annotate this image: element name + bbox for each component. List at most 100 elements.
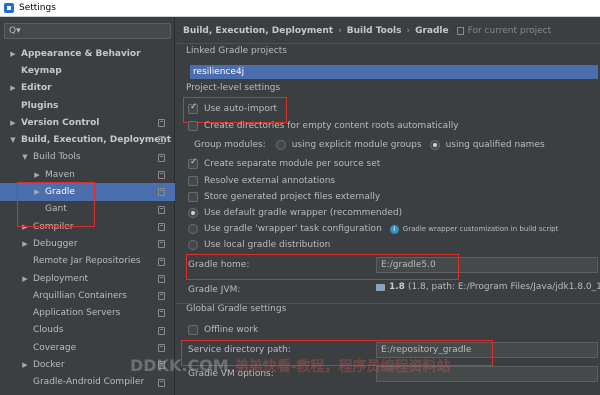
breadcrumb: Build, Execution, Deployment › Build Too… (183, 24, 551, 38)
sidebar-item-keymap[interactable]: Keymap (0, 62, 175, 79)
sidebar-item-appearance-behavior[interactable]: ▶ Appearance & Behavior (0, 45, 175, 62)
sidebar-item-build-tools[interactable]: ▼ Build Tools (0, 149, 175, 166)
settings-tree: ▶ Appearance & Behavior Keymap ▶ Editor Plugi… (0, 45, 175, 391)
gradle-jvm-path: (1.8, path: E:/Program Files/Java/jdk1.8… (407, 282, 600, 292)
use-local-distribution-label: Use local gradle distribution (204, 240, 331, 250)
expand-right-icon[interactable]: ▶ (8, 84, 18, 92)
project-scope-icon (158, 274, 165, 283)
sidebar-item-label: Plugins (21, 100, 59, 111)
use-auto-import-label: Use auto-import (204, 104, 278, 114)
sidebar-item-remote-jar-repositories[interactable]: Remote Jar Repositories (0, 253, 175, 270)
project-scope-icon (158, 344, 165, 353)
use-auto-import-option[interactable]: Use auto-import (188, 102, 277, 116)
using-explicit-groups-option[interactable]: using explicit module groups (275, 140, 422, 150)
use-wrapper-task-radio[interactable] (188, 224, 198, 234)
using-qualified-names-option[interactable]: using qualified names (429, 140, 545, 150)
use-local-distribution-option[interactable]: Use local gradle distribution (188, 238, 330, 252)
sidebar-item-gant[interactable]: Gant (0, 201, 175, 218)
sidebar-item-coverage[interactable]: Coverage (0, 339, 175, 356)
project-scope-icon (158, 136, 165, 145)
sidebar-item-label: Deployment (33, 273, 89, 284)
use-wrapper-task-option[interactable]: Use gradle 'wrapper' task configuration … (188, 222, 558, 236)
project-scope-icon (158, 119, 165, 128)
divider (176, 43, 600, 44)
expand-right-icon[interactable]: ▶ (20, 361, 30, 369)
for-current-project-hint: For current project (456, 26, 551, 36)
jdk-folder-icon (376, 283, 385, 291)
expand-right-icon[interactable]: ▶ (8, 50, 18, 58)
sidebar-item-clouds[interactable]: Clouds (0, 322, 175, 339)
sidebar-item-gradle-android-compiler[interactable]: Gradle-Android Compiler (0, 374, 175, 391)
expand-right-icon[interactable]: ▶ (32, 171, 42, 179)
linked-project-item[interactable]: resilience4j (190, 65, 598, 79)
search-input[interactable]: Q▾ (4, 23, 171, 39)
sidebar-item-label: Version Control (21, 117, 100, 128)
use-default-wrapper-option[interactable]: Use default gradle wrapper (recommended) (188, 206, 402, 220)
expand-down-icon[interactable]: ▼ (20, 153, 30, 161)
use-auto-import-checkbox[interactable] (188, 102, 198, 114)
store-generated-files-option[interactable]: Store generated project files externally (188, 190, 380, 204)
using-qualified-names-radio[interactable] (429, 140, 440, 150)
sidebar-item-deployment[interactable]: ▶ Deployment (0, 270, 175, 287)
sidebar-item-editor[interactable]: ▶ Editor (0, 80, 175, 97)
expand-right-icon[interactable]: ▶ (32, 188, 42, 196)
project-scope-icon (158, 222, 165, 231)
create-separate-module-label: Create separate module per source set (204, 159, 381, 169)
watermark-cn: 弟弟快看-教程，程序员编程资料站 (234, 359, 451, 375)
resolve-external-annotations-checkbox[interactable] (188, 176, 198, 186)
expand-right-icon[interactable]: ▶ (8, 119, 18, 127)
use-default-wrapper-radio[interactable] (188, 208, 198, 218)
project-scope-icon (158, 378, 165, 387)
expand-down-icon[interactable]: ▼ (8, 136, 18, 144)
gradle-jvm-select[interactable]: 1.8 (1.8, path: E:/Program Files/Java/jd… (376, 282, 600, 292)
global-gradle-settings-label: Global Gradle settings (186, 304, 287, 314)
expand-right-icon[interactable]: ▶ (20, 275, 30, 283)
use-local-distribution-radio[interactable] (188, 240, 198, 250)
resolve-external-annotations-option[interactable]: Resolve external annotations (188, 174, 335, 188)
expand-right-icon[interactable]: ▶ (20, 223, 30, 231)
create-directories-option[interactable]: Create directories for empty content roo… (188, 119, 459, 133)
use-wrapper-task-label: Use gradle 'wrapper' task configuration (204, 224, 382, 234)
breadcrumb-separator: › (338, 26, 342, 36)
project-level-settings-label: Project-level settings (186, 83, 281, 93)
project-scope-icon (158, 188, 165, 197)
expand-right-icon[interactable]: ▶ (20, 240, 30, 248)
group-modules-label: Group modules: (194, 140, 266, 150)
wrapper-customization-note: Gradle wrapper customization in build sc… (402, 225, 559, 233)
create-separate-module-checkbox[interactable] (188, 157, 198, 169)
create-directories-label: Create directories for empty content roo… (204, 121, 459, 131)
sidebar-item-version-control[interactable]: ▶ Version Control (0, 114, 175, 131)
breadcrumb-item-build-tools[interactable]: Build Tools (347, 26, 402, 36)
breadcrumb-item-gradle: Gradle (415, 26, 449, 36)
breadcrumb-separator: › (406, 26, 411, 36)
sidebar-item-gradle[interactable]: ▶ Gradle (0, 183, 175, 201)
offline-work-label: Offline work (204, 325, 259, 335)
offline-work-option[interactable]: Offline work (188, 323, 258, 337)
sidebar-item-compiler[interactable]: ▶ Compiler (0, 218, 175, 235)
sidebar-item-label: Keymap (21, 65, 62, 76)
sidebar-item-label: Build, Execution, Deployment (21, 135, 172, 146)
using-qualified-names-label: using qualified names (445, 140, 545, 150)
gradle-home-label: Gradle home: (188, 260, 250, 270)
store-generated-files-checkbox[interactable] (188, 192, 198, 202)
sidebar-item-plugins[interactable]: Plugins (0, 97, 175, 114)
sidebar-item-debugger[interactable]: ▶ Debugger (0, 235, 175, 252)
project-scope-icon (158, 240, 165, 249)
sidebar-item-label: Gradle (45, 187, 75, 198)
resolve-external-annotations-label: Resolve external annotations (204, 176, 336, 186)
gradle-home-field[interactable]: E:/gradle5.0 (376, 257, 598, 273)
using-explicit-groups-radio[interactable] (275, 140, 286, 150)
sidebar-item-maven[interactable]: ▶ Maven (0, 166, 175, 183)
create-directories-checkbox[interactable] (188, 121, 198, 131)
sidebar-item-arquillian-containers[interactable]: Arquillian Containers (0, 287, 175, 304)
group-modules-row: Group modules: using explicit module gro… (194, 138, 553, 152)
create-separate-module-option[interactable]: Create separate module per source set (188, 157, 380, 171)
watermark: DDKK.COM 弟弟快看-教程，程序员编程资料站 (130, 356, 451, 376)
breadcrumb-item-build-execution-deployment[interactable]: Build, Execution, Deployment (183, 26, 333, 36)
gradle-jvm-version: 1.8 (389, 282, 405, 292)
sidebar-item-build-execution-deployment[interactable]: ▼ Build, Execution, Deployment (0, 131, 175, 148)
offline-work-checkbox[interactable] (188, 325, 198, 335)
sidebar-item-application-servers[interactable]: Application Servers (0, 304, 175, 321)
sidebar-item-label: Arquillian Containers (33, 290, 127, 301)
sidebar-item-label: Remote Jar Repositories (33, 256, 141, 267)
